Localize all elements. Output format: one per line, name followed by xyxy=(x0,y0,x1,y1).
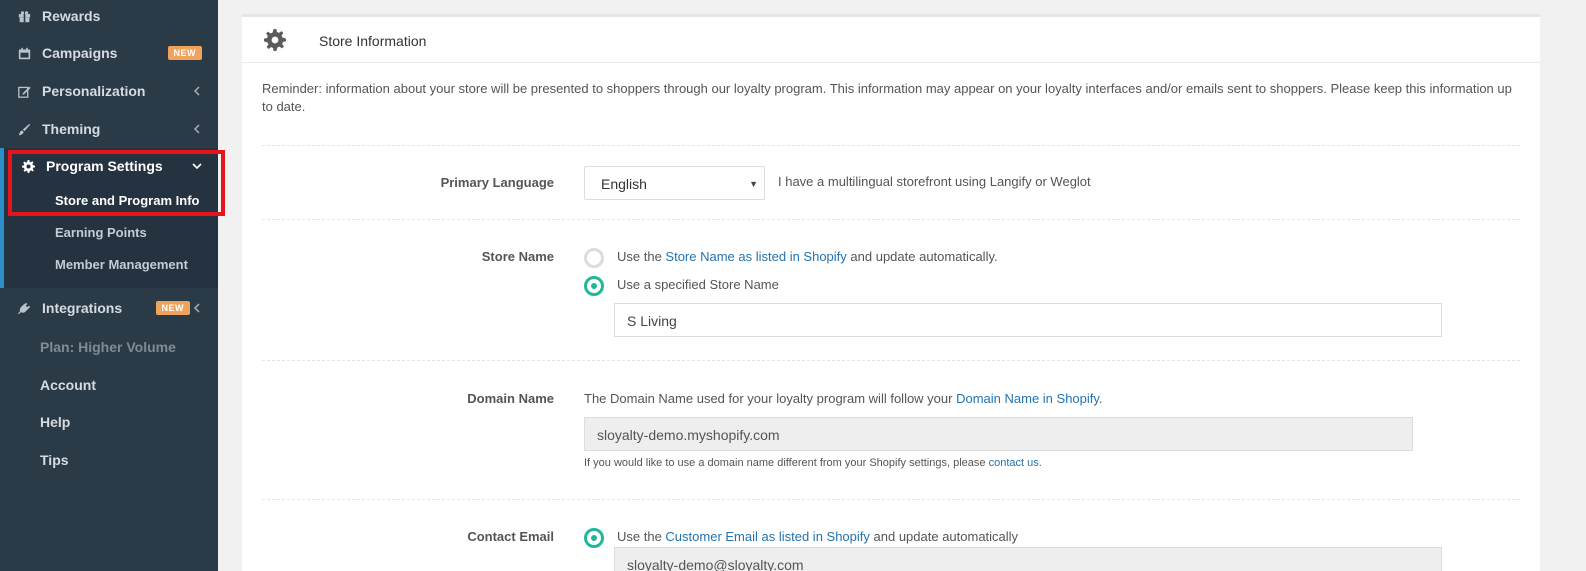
chevron-left-icon xyxy=(192,300,204,313)
calendar-icon xyxy=(16,45,32,61)
help-text: . xyxy=(1038,457,1042,469)
contact-email-label: Contact Email xyxy=(467,529,554,544)
store-name-label: Store Name xyxy=(481,249,554,264)
caret-down-icon: ▼ xyxy=(749,179,758,189)
nav-account[interactable]: Account xyxy=(40,377,96,393)
nav-rewards-label: Rewards xyxy=(42,8,101,24)
nav-integrations-label: Integrations xyxy=(42,300,123,316)
description-text: . xyxy=(1098,391,1103,406)
new-badge: NEW xyxy=(167,46,202,60)
option-text: Use the xyxy=(617,249,666,264)
gift-icon xyxy=(16,8,32,24)
gear-icon xyxy=(264,29,286,51)
divider xyxy=(262,145,1520,146)
plan-label[interactable]: Plan: Higher Volume xyxy=(40,339,176,355)
sub-item-member-management[interactable]: Member Management xyxy=(55,257,188,272)
store-name-shopify-option: Use the Store Name as listed in Shopify … xyxy=(617,249,998,264)
chevron-left-icon xyxy=(192,83,204,96)
nav-help[interactable]: Help xyxy=(40,414,70,430)
help-text: If you would like to use a domain name d… xyxy=(584,457,989,469)
nav-tips[interactable]: Tips xyxy=(40,452,69,468)
highlight-box-program-settings xyxy=(8,150,225,216)
reminder-text: Reminder: information about your store w… xyxy=(262,81,1512,114)
multilingual-storefront-link[interactable]: I have a multilingual storefront using L… xyxy=(778,174,1091,189)
store-name-shopify-radio[interactable] xyxy=(584,248,604,268)
chevron-left-icon xyxy=(192,121,204,134)
nav-theming-label: Theming xyxy=(42,121,101,137)
divider xyxy=(262,360,1520,361)
new-badge: NEW xyxy=(155,301,190,315)
store-name-specified-option: Use a specified Store Name xyxy=(617,277,779,292)
option-text: and update automatically. xyxy=(846,249,998,264)
option-text: and update automatically xyxy=(869,529,1019,544)
domain-name-help: If you would like to use a domain name d… xyxy=(584,457,1042,469)
customer-email-shopify-link[interactable]: Customer Email as listed in Shopify xyxy=(665,529,869,544)
sidebar: Rewards Campaigns NEW Personalization Th… xyxy=(0,0,218,571)
primary-language-select[interactable]: English ▼ xyxy=(584,166,765,200)
store-name-shopify-link[interactable]: Store Name as listed in Shopify xyxy=(665,249,846,264)
nav-theming[interactable]: Theming xyxy=(0,111,218,147)
description-text: The Domain Name used for your loyalty pr… xyxy=(584,391,957,406)
contact-email-input: sloyalty-demo@sloyalty.com xyxy=(614,547,1442,571)
contact-email-shopify-radio[interactable] xyxy=(584,528,604,548)
card-header: Store Information xyxy=(242,17,1540,63)
plug-icon xyxy=(16,300,32,316)
domain-name-description: The Domain Name used for your loyalty pr… xyxy=(584,391,1103,406)
sub-item-earning-points[interactable]: Earning Points xyxy=(55,225,147,240)
nav-campaigns[interactable]: Campaigns NEW xyxy=(0,35,218,71)
store-name-input[interactable]: S Living xyxy=(614,303,1442,337)
option-text: Use the xyxy=(617,529,666,544)
store-information-card: Store Information Reminder: information … xyxy=(242,14,1540,571)
primary-language-label: Primary Language xyxy=(440,175,554,190)
edit-icon xyxy=(16,83,32,99)
domain-name-shopify-link[interactable]: Domain Name in Shopify xyxy=(956,391,1099,406)
nav-campaigns-label: Campaigns xyxy=(42,45,118,61)
divider xyxy=(262,499,1520,500)
contact-email-shopify-option: Use the Customer Email as listed in Shop… xyxy=(617,529,1018,544)
store-name-specified-radio[interactable] xyxy=(584,276,604,296)
nav-personalization[interactable]: Personalization xyxy=(0,73,218,109)
primary-language-value: English xyxy=(601,176,647,192)
nav-rewards[interactable]: Rewards xyxy=(0,0,218,34)
contact-us-link[interactable]: contact us xyxy=(989,457,1039,469)
nav-integrations[interactable]: Integrations NEW xyxy=(0,290,218,326)
brush-icon xyxy=(16,121,32,137)
card-title: Store Information xyxy=(319,33,427,49)
divider xyxy=(262,219,1520,220)
nav-personalization-label: Personalization xyxy=(42,83,146,99)
domain-name-input: sloyalty-demo.myshopify.com xyxy=(584,417,1413,451)
domain-name-label: Domain Name xyxy=(467,391,554,406)
